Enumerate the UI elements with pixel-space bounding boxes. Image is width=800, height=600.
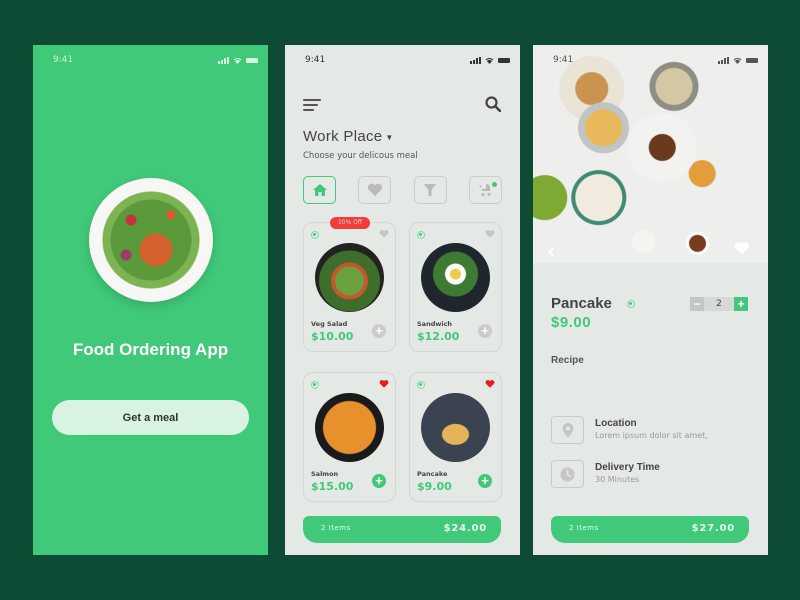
status-bar: 9:41 (33, 55, 268, 69)
veg-indicator-icon (417, 381, 425, 389)
signal-icon (470, 57, 481, 64)
hero-food-image (89, 178, 213, 302)
status-time: 9:41 (53, 55, 74, 65)
wifi-icon (733, 58, 742, 64)
app-title: Food Ordering App (72, 340, 229, 359)
menu-screen: 9:41 Work Place ▼ Choose your delicous me… (285, 45, 520, 555)
quantity-stepper: − 2 + (690, 297, 748, 311)
signal-icon (218, 57, 229, 64)
home-icon (312, 184, 327, 196)
info-subtitle: 30 Minutes (595, 475, 640, 484)
category-tabs (303, 176, 502, 204)
info-title: Delivery Time (595, 462, 660, 473)
food-card-veg-salad[interactable]: Veg Salad $10.00 + (303, 222, 396, 352)
wifi-icon (233, 58, 242, 64)
notification-dot (491, 182, 497, 187)
wifi-icon (485, 58, 494, 64)
clock-icon (560, 467, 575, 481)
battery-icon (498, 58, 510, 63)
food-price: $10.00 (311, 330, 354, 343)
food-image (421, 393, 490, 462)
hamburger-menu-icon[interactable] (303, 99, 321, 114)
dish-name: Pancake (551, 295, 612, 312)
status-bar: 9:41 (533, 55, 768, 69)
food-image (421, 243, 490, 312)
cart-item-count: 2 Items (569, 524, 599, 532)
get-a-meal-button[interactable]: Get a meal (52, 400, 249, 435)
add-to-cart-button[interactable]: + (478, 474, 492, 488)
food-card-pancake[interactable]: Pancake $9.00 + (409, 372, 502, 502)
info-subtitle: Lorem ipsum dolor sit amet, (595, 431, 708, 440)
hero-food-image: ‹ (533, 45, 768, 263)
tab-filter[interactable] (413, 176, 447, 204)
add-to-cart-button[interactable]: + (372, 324, 386, 338)
food-price: $12.00 (417, 330, 460, 343)
detail-screen: ‹ 9:41 Pancake $9.00 − 2 + Recipe Locati… (533, 45, 768, 555)
favorite-heart-icon[interactable] (734, 241, 750, 256)
veg-indicator-icon (627, 300, 635, 308)
add-to-cart-button[interactable]: + (372, 474, 386, 488)
tab-favorites[interactable] (358, 176, 392, 204)
discount-badge: 10% Off (330, 217, 370, 229)
location-icon-box (551, 416, 584, 444)
food-image (315, 393, 384, 462)
cart-total: $27.00 (691, 523, 735, 534)
dish-price: $9.00 (551, 314, 592, 331)
splash-screen: 9:41 Food Ordering App Get a meal (33, 45, 268, 555)
favorite-heart-icon[interactable] (379, 379, 389, 389)
back-chevron-icon[interactable]: ‹ (547, 239, 555, 263)
chevron-down-icon: ▼ (385, 132, 394, 142)
recipe-heading: Recipe (551, 355, 584, 366)
food-price: $15.00 (311, 480, 354, 493)
filter-icon (424, 184, 437, 196)
increase-quantity-button[interactable]: + (734, 297, 748, 311)
favorite-heart-icon[interactable] (485, 229, 495, 239)
decrease-quantity-button[interactable]: − (690, 297, 704, 311)
cart-item-count: 2 Items (321, 524, 351, 532)
search-icon[interactable] (485, 96, 501, 112)
location-info: Location Lorem ipsum dolor sit amet, (551, 416, 751, 446)
page-subtitle: Choose your delicous meal (303, 151, 418, 161)
cart-bar[interactable]: 2 Items $24.00 (303, 516, 501, 543)
battery-icon (746, 58, 758, 63)
battery-icon (246, 58, 258, 63)
food-name: Veg Salad (311, 320, 348, 328)
favorite-heart-icon[interactable] (379, 229, 389, 239)
food-name: Pancake (417, 470, 448, 478)
heart-icon (367, 183, 382, 196)
status-bar: 9:41 (285, 55, 520, 69)
clock-icon-box (551, 460, 584, 488)
tab-kids[interactable] (468, 176, 502, 204)
food-card-salmon[interactable]: Salmon $15.00 + (303, 372, 396, 502)
status-time: 9:41 (305, 55, 326, 65)
cart-total: $24.00 (443, 523, 487, 534)
add-to-cart-button[interactable]: + (478, 324, 492, 338)
cart-bar[interactable]: 2 Items $27.00 (551, 516, 749, 543)
food-name: Salmon (311, 470, 339, 478)
location-pin-icon (562, 422, 573, 438)
tab-home[interactable] (303, 176, 336, 204)
veg-indicator-icon (311, 231, 319, 239)
salmon-salad (101, 190, 201, 290)
info-title: Location (595, 418, 637, 429)
signal-icon (718, 57, 729, 64)
food-price: $9.00 (417, 480, 452, 493)
veg-indicator-icon (417, 231, 425, 239)
food-image (315, 243, 384, 312)
quantity-value: 2 (716, 299, 722, 309)
status-time: 9:41 (553, 55, 574, 65)
veg-indicator-icon (311, 381, 319, 389)
location-selector[interactable]: Work Place ▼ (303, 128, 394, 145)
food-name: Sandwich (417, 320, 453, 328)
favorite-heart-icon[interactable] (485, 379, 495, 389)
delivery-time-info: Delivery Time 30 Minutes (551, 460, 751, 490)
location-label: Work Place (303, 128, 383, 145)
food-card-sandwich[interactable]: Sandwich $12.00 + (409, 222, 502, 352)
